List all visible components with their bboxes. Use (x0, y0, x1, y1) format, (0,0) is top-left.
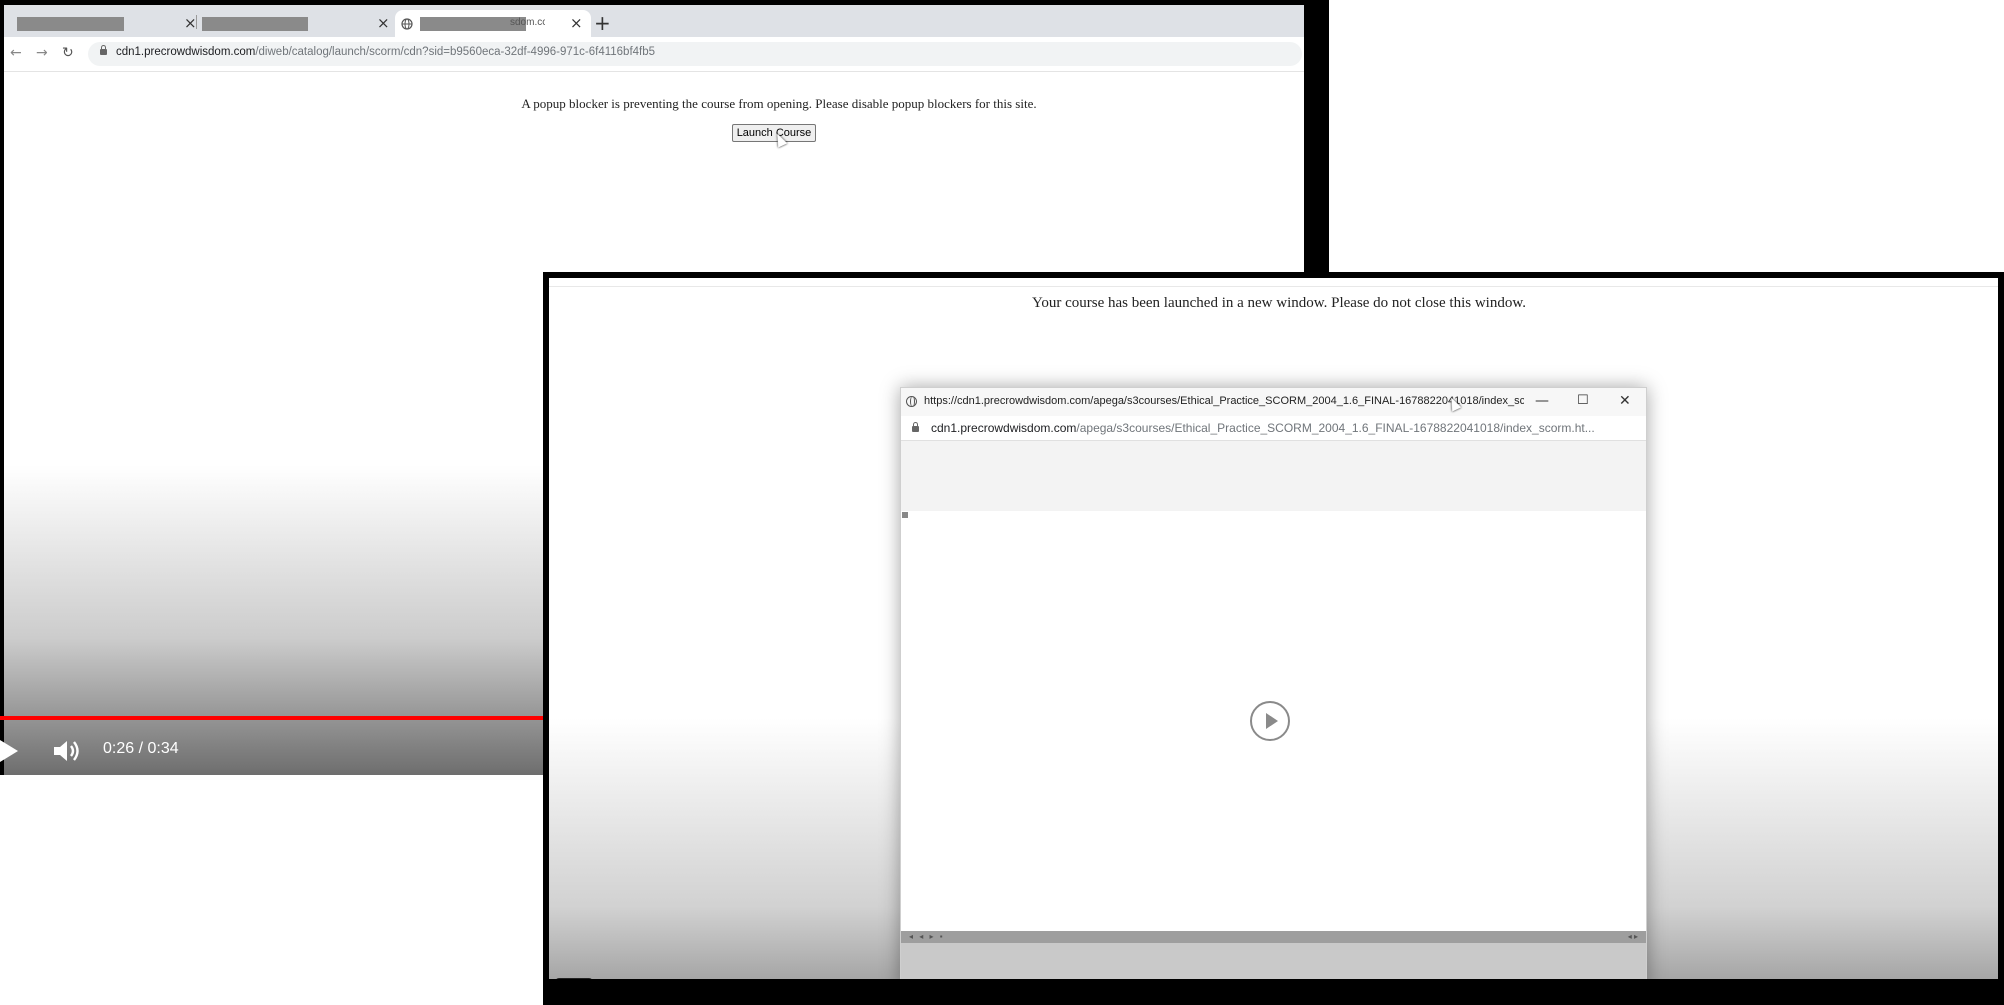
minimize-icon[interactable]: — (1535, 392, 1549, 410)
popup-titlebar[interactable]: https://cdn1.precrowdwisdom.com/apega/s3… (901, 388, 1646, 416)
back-arrow-icon[interactable]: ← (10, 45, 22, 61)
course-controls-bar[interactable]: ◂ ◂ ▸ ▪ ◂ ▸ (901, 931, 1646, 943)
controls-right-dots: ◂ ▸ (1627, 932, 1638, 941)
url-path: /apega/s3courses/Ethical_Practice_SCORM_… (1076, 421, 1595, 435)
play-circle-icon[interactable] (1250, 701, 1290, 741)
forward-arrow-icon[interactable]: → (36, 45, 48, 61)
course-launched-message: Your course has been launched in a new w… (1032, 295, 1526, 311)
maximize-icon[interactable]: ☐ (1577, 392, 1589, 410)
divider (549, 286, 1998, 287)
play-triangle (1266, 713, 1278, 729)
popup-url-text[interactable]: cdn1.precrowdwisdom.com/apega/s3courses/… (931, 421, 1595, 435)
redacted-tab-title (202, 17, 308, 31)
tab-close-icon[interactable]: × (184, 13, 197, 33)
tab-title: sdom.cc (510, 17, 545, 28)
lock-icon[interactable] (912, 422, 919, 432)
reload-icon[interactable]: ↻ (62, 45, 74, 61)
video-time: 0:26 / 0:34 (103, 740, 179, 757)
volume-icon[interactable] (52, 738, 82, 764)
lock-icon[interactable] (100, 45, 107, 55)
tab-3-active[interactable]: sdom.cc × (395, 10, 591, 37)
course-launch-page: Your course has been launched in a new w… (549, 278, 1998, 979)
globe-icon (906, 396, 917, 407)
new-tab-button[interactable]: + (594, 12, 611, 34)
globe-icon (401, 18, 413, 30)
tab-bar: × × sdom.cc × + (4, 5, 1304, 37)
video-frame-2: Your course has been launched in a new w… (543, 272, 2004, 1005)
tab-2[interactable]: × (197, 10, 393, 37)
play-icon[interactable] (0, 740, 18, 762)
url-host: cdn1.precrowdwisdom.com (931, 421, 1077, 435)
course-header-band (901, 441, 1646, 511)
close-icon[interactable]: ✕ (1619, 392, 1631, 410)
tab-close-icon[interactable]: × (570, 13, 583, 33)
url-path: /diweb/catalog/launch/scorm/cdn?sid=b956… (255, 46, 656, 58)
controls-left-dots: ◂ ◂ ▸ ▪ (909, 932, 945, 941)
player-control-stub (555, 978, 593, 979)
popup-blocker-message: A popup blocker is preventing the course… (521, 96, 1037, 111)
popup-address-bar[interactable]: cdn1.precrowdwisdom.com/apega/s3courses/… (901, 416, 1646, 441)
redacted-tab-title (17, 17, 124, 31)
course-popup-window: https://cdn1.precrowdwisdom.com/apega/s3… (900, 387, 1647, 979)
popup-title: https://cdn1.precrowdwisdom.com/apega/s3… (924, 395, 1524, 407)
address-bar[interactable]: cdn1.precrowdwisdom.com/diweb/catalog/la… (88, 42, 1302, 66)
course-marker (902, 512, 908, 518)
url-text[interactable]: cdn1.precrowdwisdom.com/diweb/catalog/la… (116, 46, 655, 58)
tab-close-icon[interactable]: × (377, 13, 390, 33)
tab-1[interactable]: × (8, 10, 197, 37)
video-progress-played[interactable] (0, 716, 570, 720)
browser-toolbar: ← → ↻ cdn1.precrowdwisdom.com/diweb/cata… (4, 37, 1304, 72)
course-footer (901, 943, 1646, 979)
url-host: cdn1.precrowdwisdom.com (116, 46, 256, 58)
